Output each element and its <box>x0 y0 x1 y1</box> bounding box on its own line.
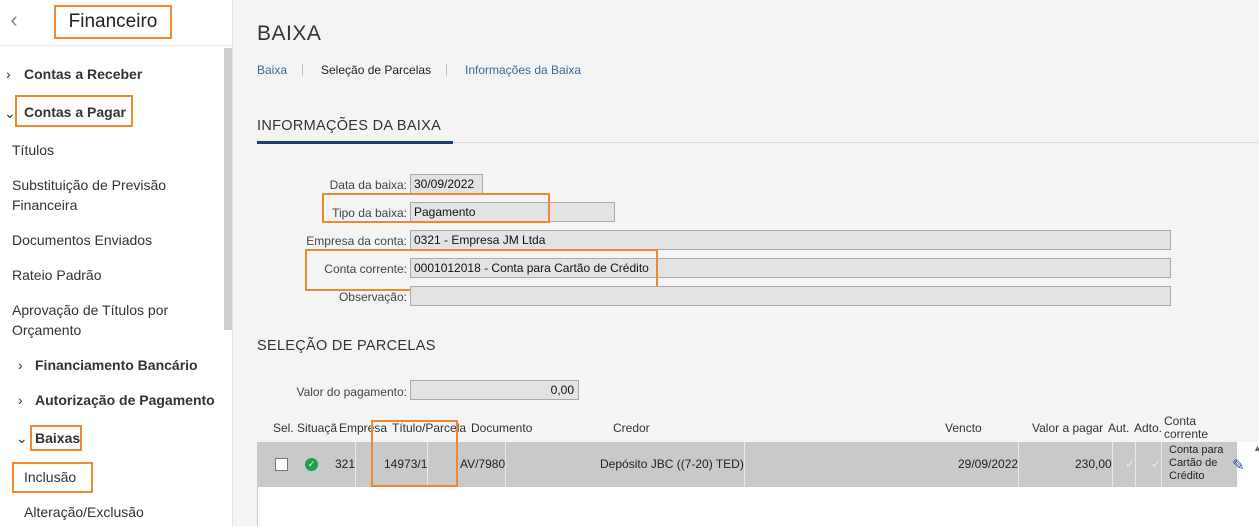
aut-check-icon: ✓ <box>1125 442 1137 487</box>
chevron-left-icon[interactable]: ‹ <box>6 9 22 31</box>
cell-conta-line2: Cartão de <box>1169 457 1218 469</box>
chevron-down-icon[interactable]: ⌄ <box>16 429 28 447</box>
menu-substituicao-previsao[interactable]: Substituição de Previsão <box>12 177 166 193</box>
menu-alteracao-exclusao[interactable]: Alteração/Exclusão <box>24 504 144 520</box>
highlight-box <box>322 193 550 223</box>
page-title: BAIXA <box>257 22 322 45</box>
chevron-right-icon[interactable]: › <box>18 356 30 374</box>
cell-valor: 230,00 <box>1075 442 1113 487</box>
tab-separator: | <box>301 62 305 76</box>
highlight-box <box>371 420 458 487</box>
cell-conta-corrente: Conta para Cartão de Crédito <box>1169 444 1223 483</box>
col-header-valor[interactable]: Valor a pagar <box>1032 422 1103 435</box>
section-underline <box>257 141 453 144</box>
col-header-aut[interactable]: Aut. <box>1108 422 1129 435</box>
row-select-checkbox[interactable] <box>275 458 288 471</box>
col-header-sel[interactable]: Sel. <box>273 422 294 435</box>
chevron-right-icon[interactable]: › <box>18 391 30 409</box>
data-baixa-field[interactable]: 30/09/2022 <box>410 174 483 194</box>
col-header-credor[interactable]: Credor <box>613 422 650 435</box>
empresa-conta-field[interactable]: 0321 - Empresa JM Ltda <box>410 230 1171 250</box>
tab-selecao-parcelas[interactable]: Seleção de Parcelas <box>321 63 431 77</box>
main-content: BAIXA Baixa | Seleção de Parcelas | Info… <box>233 0 1259 526</box>
tab-baixa[interactable]: Baixa <box>257 63 287 77</box>
valor-pagamento-field[interactable]: 0,00 <box>410 380 579 400</box>
section-title-informacoes: INFORMAÇÕES DA BAIXA <box>257 118 442 134</box>
sidebar-scrollbar[interactable] <box>224 48 232 330</box>
cell-empresa: 321 <box>335 442 357 487</box>
col-header-documento[interactable]: Documento <box>471 422 532 435</box>
section-title-selecao: SELEÇÃO DE PARCELAS <box>257 338 436 354</box>
app-title: Financeiro <box>54 5 172 39</box>
menu-aprovacao-titulos-line2[interactable]: Orçamento <box>12 322 81 338</box>
observacao-field[interactable] <box>410 286 1171 306</box>
menu-documentos-enviados[interactable]: Documentos Enviados <box>12 232 152 248</box>
col-header-vencto[interactable]: Vencto <box>945 422 982 435</box>
col-header-adto[interactable]: Adto. <box>1134 422 1162 435</box>
scroll-up-icon[interactable]: ▲ <box>1253 443 1259 453</box>
tab-informacoes-baixa[interactable]: Informações da Baixa <box>465 63 581 77</box>
menu-contas-a-receber[interactable]: Contas a Receber <box>24 66 142 82</box>
label-observacao: Observação: <box>338 290 407 304</box>
menu-inclusao[interactable]: Inclusão <box>24 469 76 485</box>
sidebar: ‹ Financeiro › Contas a Receber ⌄ Contas… <box>0 0 233 526</box>
menu-contas-a-pagar[interactable]: Contas a Pagar <box>24 104 126 120</box>
col-header-conta-line2[interactable]: corrente <box>1164 428 1208 441</box>
sidebar-header: ‹ Financeiro <box>0 0 232 46</box>
status-ok-icon: ✓ <box>305 458 318 471</box>
chevron-right-icon[interactable]: › <box>6 65 18 83</box>
menu-titulos[interactable]: Títulos <box>12 142 54 158</box>
label-valor-pagamento: Valor do pagamento: <box>296 385 407 399</box>
tab-separator: | <box>445 62 449 76</box>
menu-baixas[interactable]: Baixas <box>35 430 80 446</box>
menu-rateio-padrao[interactable]: Rateio Padrão <box>12 267 102 283</box>
col-header-situacao[interactable]: Situaçã <box>297 422 337 435</box>
adto-check-icon: ✓ <box>1151 442 1163 487</box>
highlight-box <box>305 249 658 291</box>
cell-conta-line1: Conta para <box>1169 444 1224 456</box>
edit-pencil-icon[interactable]: ✎ <box>1232 456 1245 474</box>
menu-substituicao-previsao-line2[interactable]: Financeira <box>12 197 77 213</box>
label-empresa-conta: Empresa da conta: <box>306 234 407 248</box>
label-data-baixa: Data da baixa: <box>329 178 407 192</box>
cell-documento: AV/7980 <box>460 442 507 487</box>
cell-vencto: 29/09/2022 <box>958 442 1020 487</box>
menu-autorizacao-pagamento[interactable]: Autorização de Pagamento <box>35 392 215 408</box>
menu-financiamento-bancario[interactable]: Financiamento Bancário <box>35 357 198 373</box>
cell-conta-line3: Crédito <box>1169 470 1205 482</box>
cell-credor: Depósito JBC ((7-20) TED) <box>600 442 745 487</box>
menu-aprovacao-titulos[interactable]: Aprovação de Títulos por <box>12 302 168 318</box>
